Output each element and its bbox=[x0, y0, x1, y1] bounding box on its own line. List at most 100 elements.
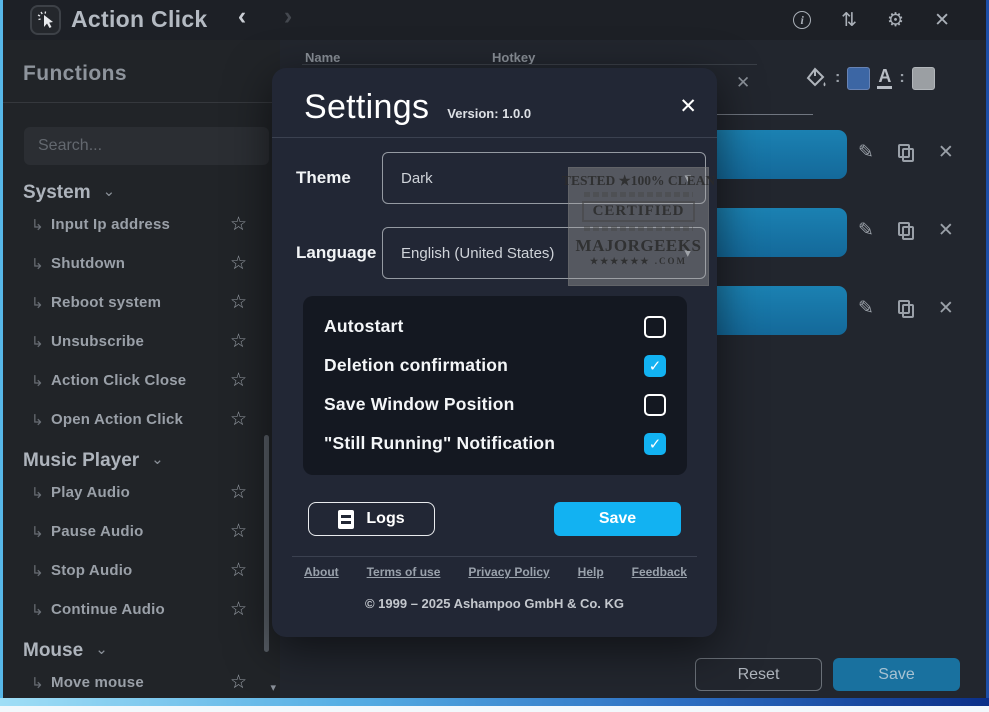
sidebar-item-unsubscribe[interactable]: ↳ Unsubscribe ☆ bbox=[3, 322, 280, 361]
duplicate-copy-icon[interactable] bbox=[898, 144, 914, 162]
theme-value: Dark bbox=[401, 170, 433, 187]
favorite-star-icon[interactable]: ☆ bbox=[230, 369, 247, 392]
settings-modal: Settings Version: 1.0.0 ✕ Theme Dark ▾ L… bbox=[272, 68, 717, 637]
page-footer-buttons: Reset Save bbox=[695, 658, 960, 691]
section-music-player[interactable]: Music Player ⌄ bbox=[23, 449, 280, 473]
colon-separator: : bbox=[835, 69, 840, 87]
info-icon[interactable]: i bbox=[793, 11, 811, 29]
app-title: Action Click bbox=[71, 6, 208, 33]
sidebar-scrollbar[interactable] bbox=[264, 435, 269, 652]
desktop-strip bbox=[0, 706, 989, 712]
favorite-star-icon[interactable]: ☆ bbox=[230, 213, 247, 236]
sidebar-divider bbox=[3, 102, 280, 103]
fill-color-swatch[interactable] bbox=[847, 67, 870, 90]
app-window: Action Click ‹ › i ⇅ ⚙ ✕ Functions Syste… bbox=[0, 0, 989, 712]
sidebar-item-continue-audio[interactable]: ↳ Continue Audio ☆ bbox=[3, 590, 280, 629]
still-running-checkbox[interactable]: ✓ bbox=[644, 433, 666, 455]
cursor-click-icon bbox=[36, 10, 56, 30]
favorite-star-icon[interactable]: ☆ bbox=[230, 252, 247, 275]
sidebar-item-stop-audio[interactable]: ↳ Stop Audio ☆ bbox=[3, 551, 280, 590]
favorite-star-icon[interactable]: ☆ bbox=[230, 671, 247, 694]
back-chevron-icon[interactable]: ‹ bbox=[229, 2, 255, 31]
sub-arrow-icon: ↳ bbox=[31, 523, 51, 541]
favorite-star-icon[interactable]: ☆ bbox=[230, 408, 247, 431]
font-color-icon[interactable]: A bbox=[877, 67, 892, 89]
favorite-star-icon[interactable]: ☆ bbox=[230, 520, 247, 543]
save-window-position-checkbox[interactable]: ✓ bbox=[644, 394, 666, 416]
app-logo-icon bbox=[30, 5, 61, 35]
clear-hotkey-icon[interactable]: ✕ bbox=[736, 73, 750, 93]
logs-icon bbox=[338, 510, 354, 529]
deletion-confirmation-checkbox[interactable]: ✓ bbox=[644, 355, 666, 377]
sidebar-heading: Functions bbox=[23, 62, 280, 86]
autostart-checkbox[interactable]: ✓ bbox=[644, 316, 666, 338]
option-still-running-notification[interactable]: "Still Running" Notification ✓ bbox=[324, 424, 666, 463]
duplicate-copy-icon[interactable] bbox=[898, 222, 914, 240]
section-mouse[interactable]: Mouse ⌄ bbox=[23, 639, 280, 663]
forward-chevron-icon[interactable]: › bbox=[275, 2, 301, 31]
sidebar-item-shutdown[interactable]: ↳ Shutdown ☆ bbox=[3, 244, 280, 283]
fill-color-bucket-icon[interactable] bbox=[804, 66, 828, 90]
privacy-link[interactable]: Privacy Policy bbox=[468, 565, 549, 579]
name-column-header: Name bbox=[305, 50, 340, 65]
sidebar-item-action-click-close[interactable]: ↳ Action Click Close ☆ bbox=[3, 361, 280, 400]
feedback-link[interactable]: Feedback bbox=[632, 565, 687, 579]
about-link[interactable]: About bbox=[304, 565, 339, 579]
search-box[interactable] bbox=[24, 127, 269, 165]
reset-button[interactable]: Reset bbox=[695, 658, 822, 691]
hotkey-input-underline bbox=[717, 114, 813, 115]
sidebar-item-label: Unsubscribe bbox=[51, 333, 230, 350]
hotkey-column-header: Hotkey bbox=[492, 50, 535, 65]
action-row-controls: ✎ ✕ bbox=[858, 143, 954, 162]
sidebar-item-play-audio[interactable]: ↳ Play Audio ☆ bbox=[3, 473, 280, 512]
sidebar-item-input-ip[interactable]: ↳ Input Ip address ☆ bbox=[3, 205, 280, 244]
font-color-swatch[interactable] bbox=[912, 67, 935, 90]
watermark-certified: CERTIFIED bbox=[582, 201, 696, 222]
language-value: English (United States) bbox=[401, 245, 554, 262]
modal-version: Version: 1.0.0 bbox=[447, 106, 531, 121]
modal-title: Settings bbox=[304, 88, 429, 127]
edit-pencil-icon[interactable]: ✎ bbox=[858, 299, 874, 318]
page-save-button[interactable]: Save bbox=[833, 658, 960, 691]
watermark-line1: TESTED ★100% CLEAN bbox=[562, 173, 715, 189]
watermark-microtext bbox=[584, 226, 692, 231]
sidebar-item-label: Reboot system bbox=[51, 294, 230, 311]
option-deletion-confirmation[interactable]: Deletion confirmation ✓ bbox=[324, 346, 666, 385]
option-label: Autostart bbox=[324, 316, 644, 337]
edit-pencil-icon[interactable]: ✎ bbox=[858, 221, 874, 240]
section-system[interactable]: System ⌄ bbox=[23, 181, 280, 205]
delete-x-icon[interactable]: ✕ bbox=[938, 299, 954, 318]
sidebar-item-pause-audio[interactable]: ↳ Pause Audio ☆ bbox=[3, 512, 280, 551]
favorite-star-icon[interactable]: ☆ bbox=[230, 330, 247, 353]
favorite-star-icon[interactable]: ☆ bbox=[230, 598, 247, 621]
option-save-window-position[interactable]: Save Window Position ✓ bbox=[324, 385, 666, 424]
duplicate-copy-icon[interactable] bbox=[898, 300, 914, 318]
options-panel: Autostart ✓ Deletion confirmation ✓ Save… bbox=[303, 296, 687, 475]
delete-x-icon[interactable]: ✕ bbox=[938, 221, 954, 240]
sub-arrow-icon: ↳ bbox=[31, 674, 51, 692]
window-close-icon[interactable]: ✕ bbox=[934, 11, 950, 30]
search-input[interactable] bbox=[38, 137, 255, 155]
sidebar-item-label: Input Ip address bbox=[51, 216, 230, 233]
sidebar-item-label: Move mouse bbox=[51, 674, 230, 691]
favorite-star-icon[interactable]: ☆ bbox=[230, 481, 247, 504]
option-autostart[interactable]: Autostart ✓ bbox=[324, 307, 666, 346]
help-link[interactable]: Help bbox=[578, 565, 604, 579]
scroll-down-icon[interactable]: ▾ bbox=[270, 681, 276, 694]
delete-x-icon[interactable]: ✕ bbox=[938, 143, 954, 162]
edit-pencil-icon[interactable]: ✎ bbox=[858, 143, 874, 162]
modal-save-button[interactable]: Save bbox=[554, 502, 681, 536]
favorite-star-icon[interactable]: ☆ bbox=[230, 559, 247, 582]
sidebar-item-move-mouse[interactable]: ↳ Move mouse ☆ bbox=[3, 663, 280, 698]
swap-vertical-icon[interactable]: ⇅ bbox=[841, 11, 857, 30]
sidebar-item-reboot[interactable]: ↳ Reboot system ☆ bbox=[3, 283, 280, 322]
logs-button[interactable]: Logs bbox=[308, 502, 435, 536]
terms-link[interactable]: Terms of use bbox=[367, 565, 441, 579]
sub-arrow-icon: ↳ bbox=[31, 216, 51, 234]
favorite-star-icon[interactable]: ☆ bbox=[230, 291, 247, 314]
sidebar-item-open-action-click[interactable]: ↳ Open Action Click ☆ bbox=[3, 400, 280, 439]
section-label: System bbox=[23, 182, 91, 204]
window-border-bottom bbox=[0, 698, 989, 706]
settings-gear-icon[interactable]: ⚙ bbox=[887, 11, 904, 30]
modal-close-icon[interactable]: ✕ bbox=[679, 94, 697, 119]
